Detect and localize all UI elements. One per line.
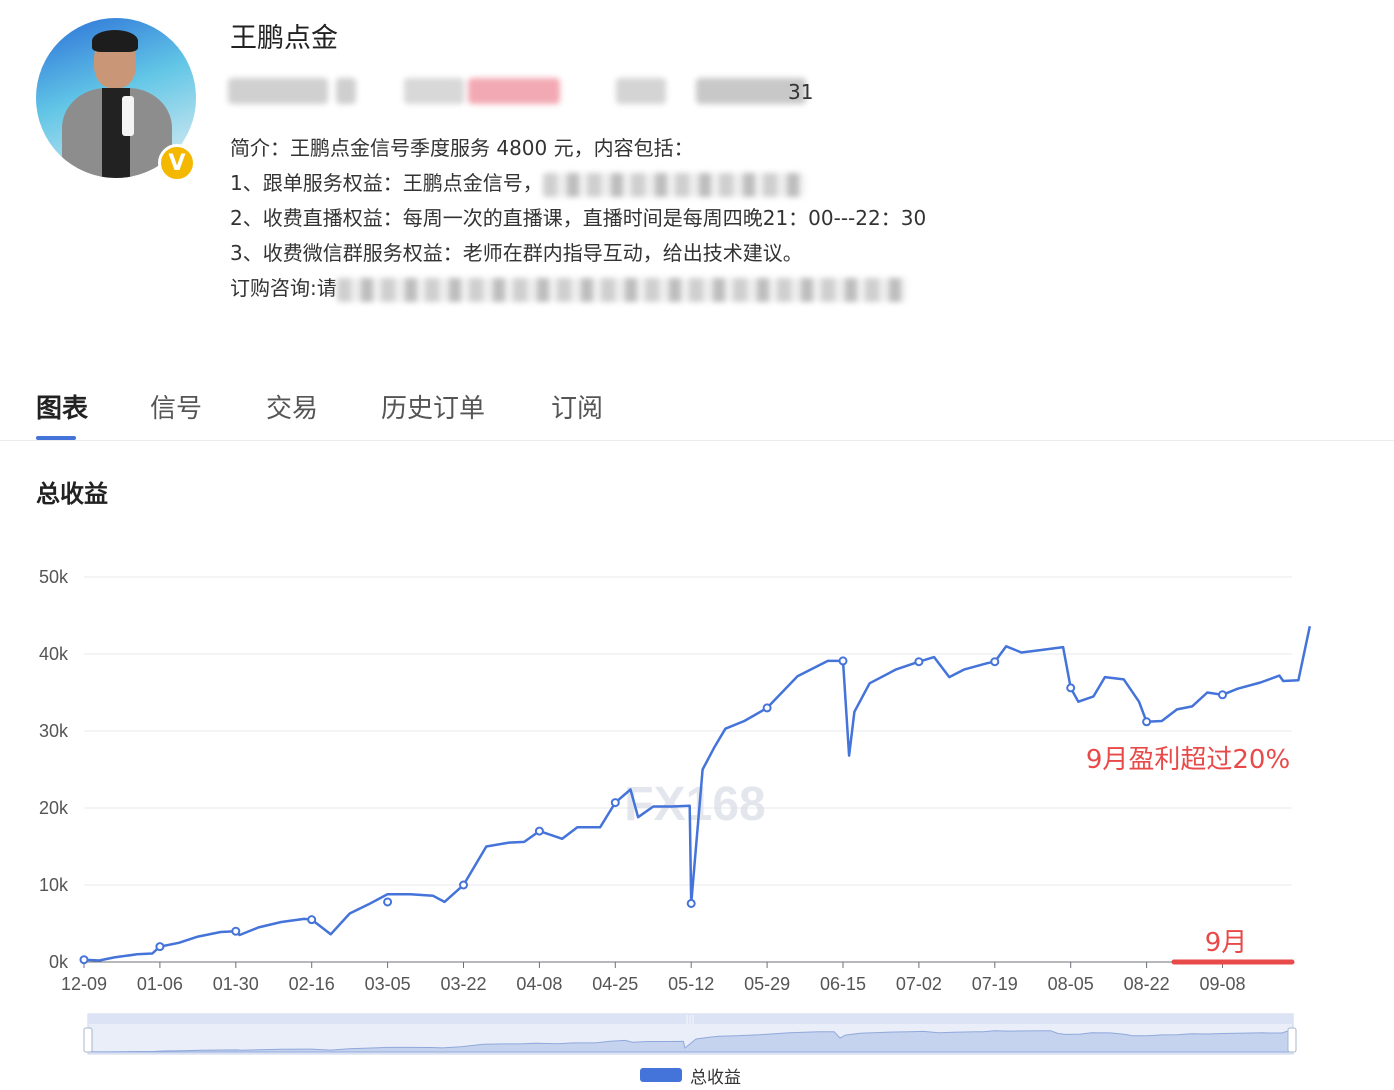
- legend-label: 总收益: [690, 1067, 741, 1088]
- verified-badge-icon: V: [158, 144, 196, 182]
- data-point: [838, 656, 848, 666]
- x-tick-label: 07-02: [896, 974, 942, 994]
- redacted-info-row: [228, 78, 828, 106]
- data-point: [1218, 690, 1227, 700]
- redacted-block: [336, 78, 356, 104]
- x-tick-label: 08-22: [1124, 974, 1170, 994]
- y-tick-label: 20k: [39, 798, 69, 818]
- redacted-block: [542, 172, 805, 197]
- x-tick-label: 04-08: [516, 974, 562, 994]
- data-point: [1066, 683, 1076, 693]
- x-tick-label: 05-29: [744, 974, 790, 994]
- data-point: [459, 880, 468, 890]
- section-title: 总收益: [36, 480, 108, 508]
- total-profit-chart: 0k 10k 20k 30k 40k 50k 12-09 01-06 01-30 02-16 03…: [39, 567, 1312, 1055]
- x-tick-label: 02-16: [289, 974, 335, 994]
- tab-trade[interactable]: 交易: [266, 388, 318, 425]
- data-point: [383, 897, 393, 907]
- data-point: [990, 657, 1000, 667]
- data-point: [231, 926, 241, 936]
- x-tick-label: 05-12: [668, 974, 714, 994]
- watermark: FX168: [624, 778, 765, 831]
- tab-chart[interactable]: 图表: [36, 388, 88, 425]
- annotation-september-profit: 9月盈利超过20%: [1086, 745, 1290, 775]
- x-tick-label: 07-19: [972, 974, 1018, 994]
- data-point: [610, 798, 620, 808]
- data-point: [307, 915, 317, 925]
- x-tick-label: 12-09: [61, 974, 107, 994]
- x-tick-label: 08-05: [1048, 974, 1094, 994]
- description-line-2-text: 1、跟单服务权益：王鹏点金信号，: [230, 171, 543, 195]
- tab-history-orders[interactable]: 历史订单: [381, 388, 485, 425]
- redacted-block: [404, 78, 464, 104]
- y-tick-label: 30k: [39, 721, 69, 741]
- avatar-person-hair: [92, 30, 138, 52]
- description-line-5: 订购咨询:请: [230, 272, 907, 302]
- y-tick-label: 10k: [39, 875, 69, 895]
- x-tick-label: 06-15: [820, 974, 866, 994]
- datazoom-grip-icon[interactable]: |||: [685, 1015, 694, 1025]
- redacted-block: [228, 78, 328, 104]
- redacted-block: [616, 78, 666, 104]
- x-tick-label: 04-25: [592, 974, 638, 994]
- description-line-3: 2、收费直播权益：每周一次的直播课，直播时间是每周四晚21：00---22：30: [230, 206, 927, 230]
- description-line-1: 简介：王鹏点金信号季度服务 4800 元，内容包括：: [230, 136, 694, 160]
- y-tick-label: 40k: [39, 644, 69, 664]
- y-tick-label: 50k: [39, 567, 69, 587]
- y-tick-label: 0k: [49, 952, 69, 972]
- annotation-september-label: 9月: [1205, 928, 1248, 958]
- redacted-block: [468, 78, 560, 104]
- data-point: [1142, 717, 1152, 727]
- datazoom-right-handle[interactable]: [1287, 1027, 1297, 1053]
- data-point: [155, 942, 165, 952]
- microphone-icon: [122, 96, 134, 136]
- x-tick-label: 09-08: [1199, 974, 1245, 994]
- data-point: [762, 703, 772, 713]
- x-tick-label: 01-06: [137, 974, 183, 994]
- data-point: [686, 898, 696, 908]
- x-tick-label: 03-05: [365, 974, 411, 994]
- divider: [0, 440, 1394, 441]
- profile-id-tail: 31: [788, 80, 814, 104]
- description-line-4: 3、收费微信群服务权益：老师在群内指导互动，给出技术建议。: [230, 241, 803, 265]
- tab-subscribe[interactable]: 订阅: [551, 388, 603, 425]
- x-axis: 12-09 01-06 01-30 02-16 03-05 03-22 04-08 04-25…: [61, 962, 1246, 994]
- x-tick-label: 01-30: [213, 974, 259, 994]
- x-tick-label: 03-22: [440, 974, 486, 994]
- tab-signal[interactable]: 信号: [150, 388, 202, 425]
- description-line-2: 1、跟单服务权益：王鹏点金信号，: [230, 167, 805, 197]
- profile-name: 王鹏点金: [230, 23, 338, 54]
- legend-swatch: [640, 1068, 682, 1082]
- description-line-5-text: 订购咨询:请: [230, 276, 337, 300]
- legend[interactable]: 总收益: [640, 1064, 741, 1088]
- data-point: [914, 657, 924, 667]
- tab-bar: 图表 信号 交易 历史订单 订阅: [36, 388, 1394, 442]
- data-point: [534, 826, 544, 836]
- datazoom-left-handle[interactable]: [83, 1027, 93, 1053]
- data-point: [79, 955, 89, 965]
- y-axis: 0k 10k 20k 30k 40k 50k: [39, 567, 69, 972]
- redacted-block: [336, 277, 907, 302]
